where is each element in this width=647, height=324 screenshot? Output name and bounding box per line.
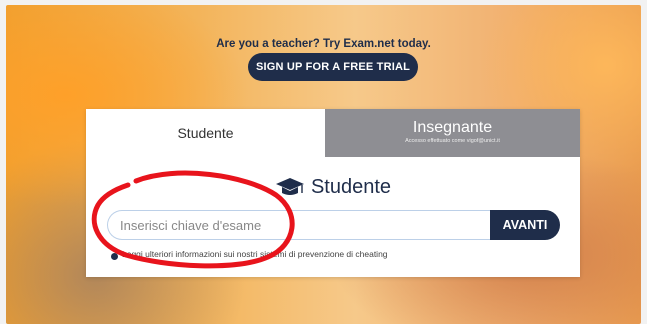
tab-student-label: Studente (177, 125, 234, 141)
login-card: Studente Insegnante Accesso effettuato c… (86, 109, 580, 277)
tab-student[interactable]: Studente (86, 109, 325, 157)
next-button[interactable]: AVANTI (490, 210, 560, 240)
page-background: Are you a teacher? Try Exam.net today. S… (6, 5, 641, 324)
exam-key-input[interactable] (107, 210, 490, 240)
section-heading: Studente (86, 175, 580, 199)
graduation-cap-icon (275, 178, 304, 195)
free-trial-button[interactable]: SIGN UP FOR A FREE TRIAL (248, 53, 418, 81)
section-heading-text: Studente (310, 175, 392, 198)
info-bullet-icon (111, 253, 118, 260)
tab-teacher[interactable]: Insegnante Accesso effettuato come vigof… (325, 109, 580, 157)
tab-teacher-sublabel: Accesso effettuato come vigof@unict.it (405, 138, 500, 144)
tab-teacher-label: Insegnante (412, 119, 493, 136)
promo-text: Are you a teacher? Try Exam.net today. (216, 38, 431, 50)
cheating-info-link[interactable]: Leggi ulteriori informazioni sui nostri … (122, 249, 388, 259)
